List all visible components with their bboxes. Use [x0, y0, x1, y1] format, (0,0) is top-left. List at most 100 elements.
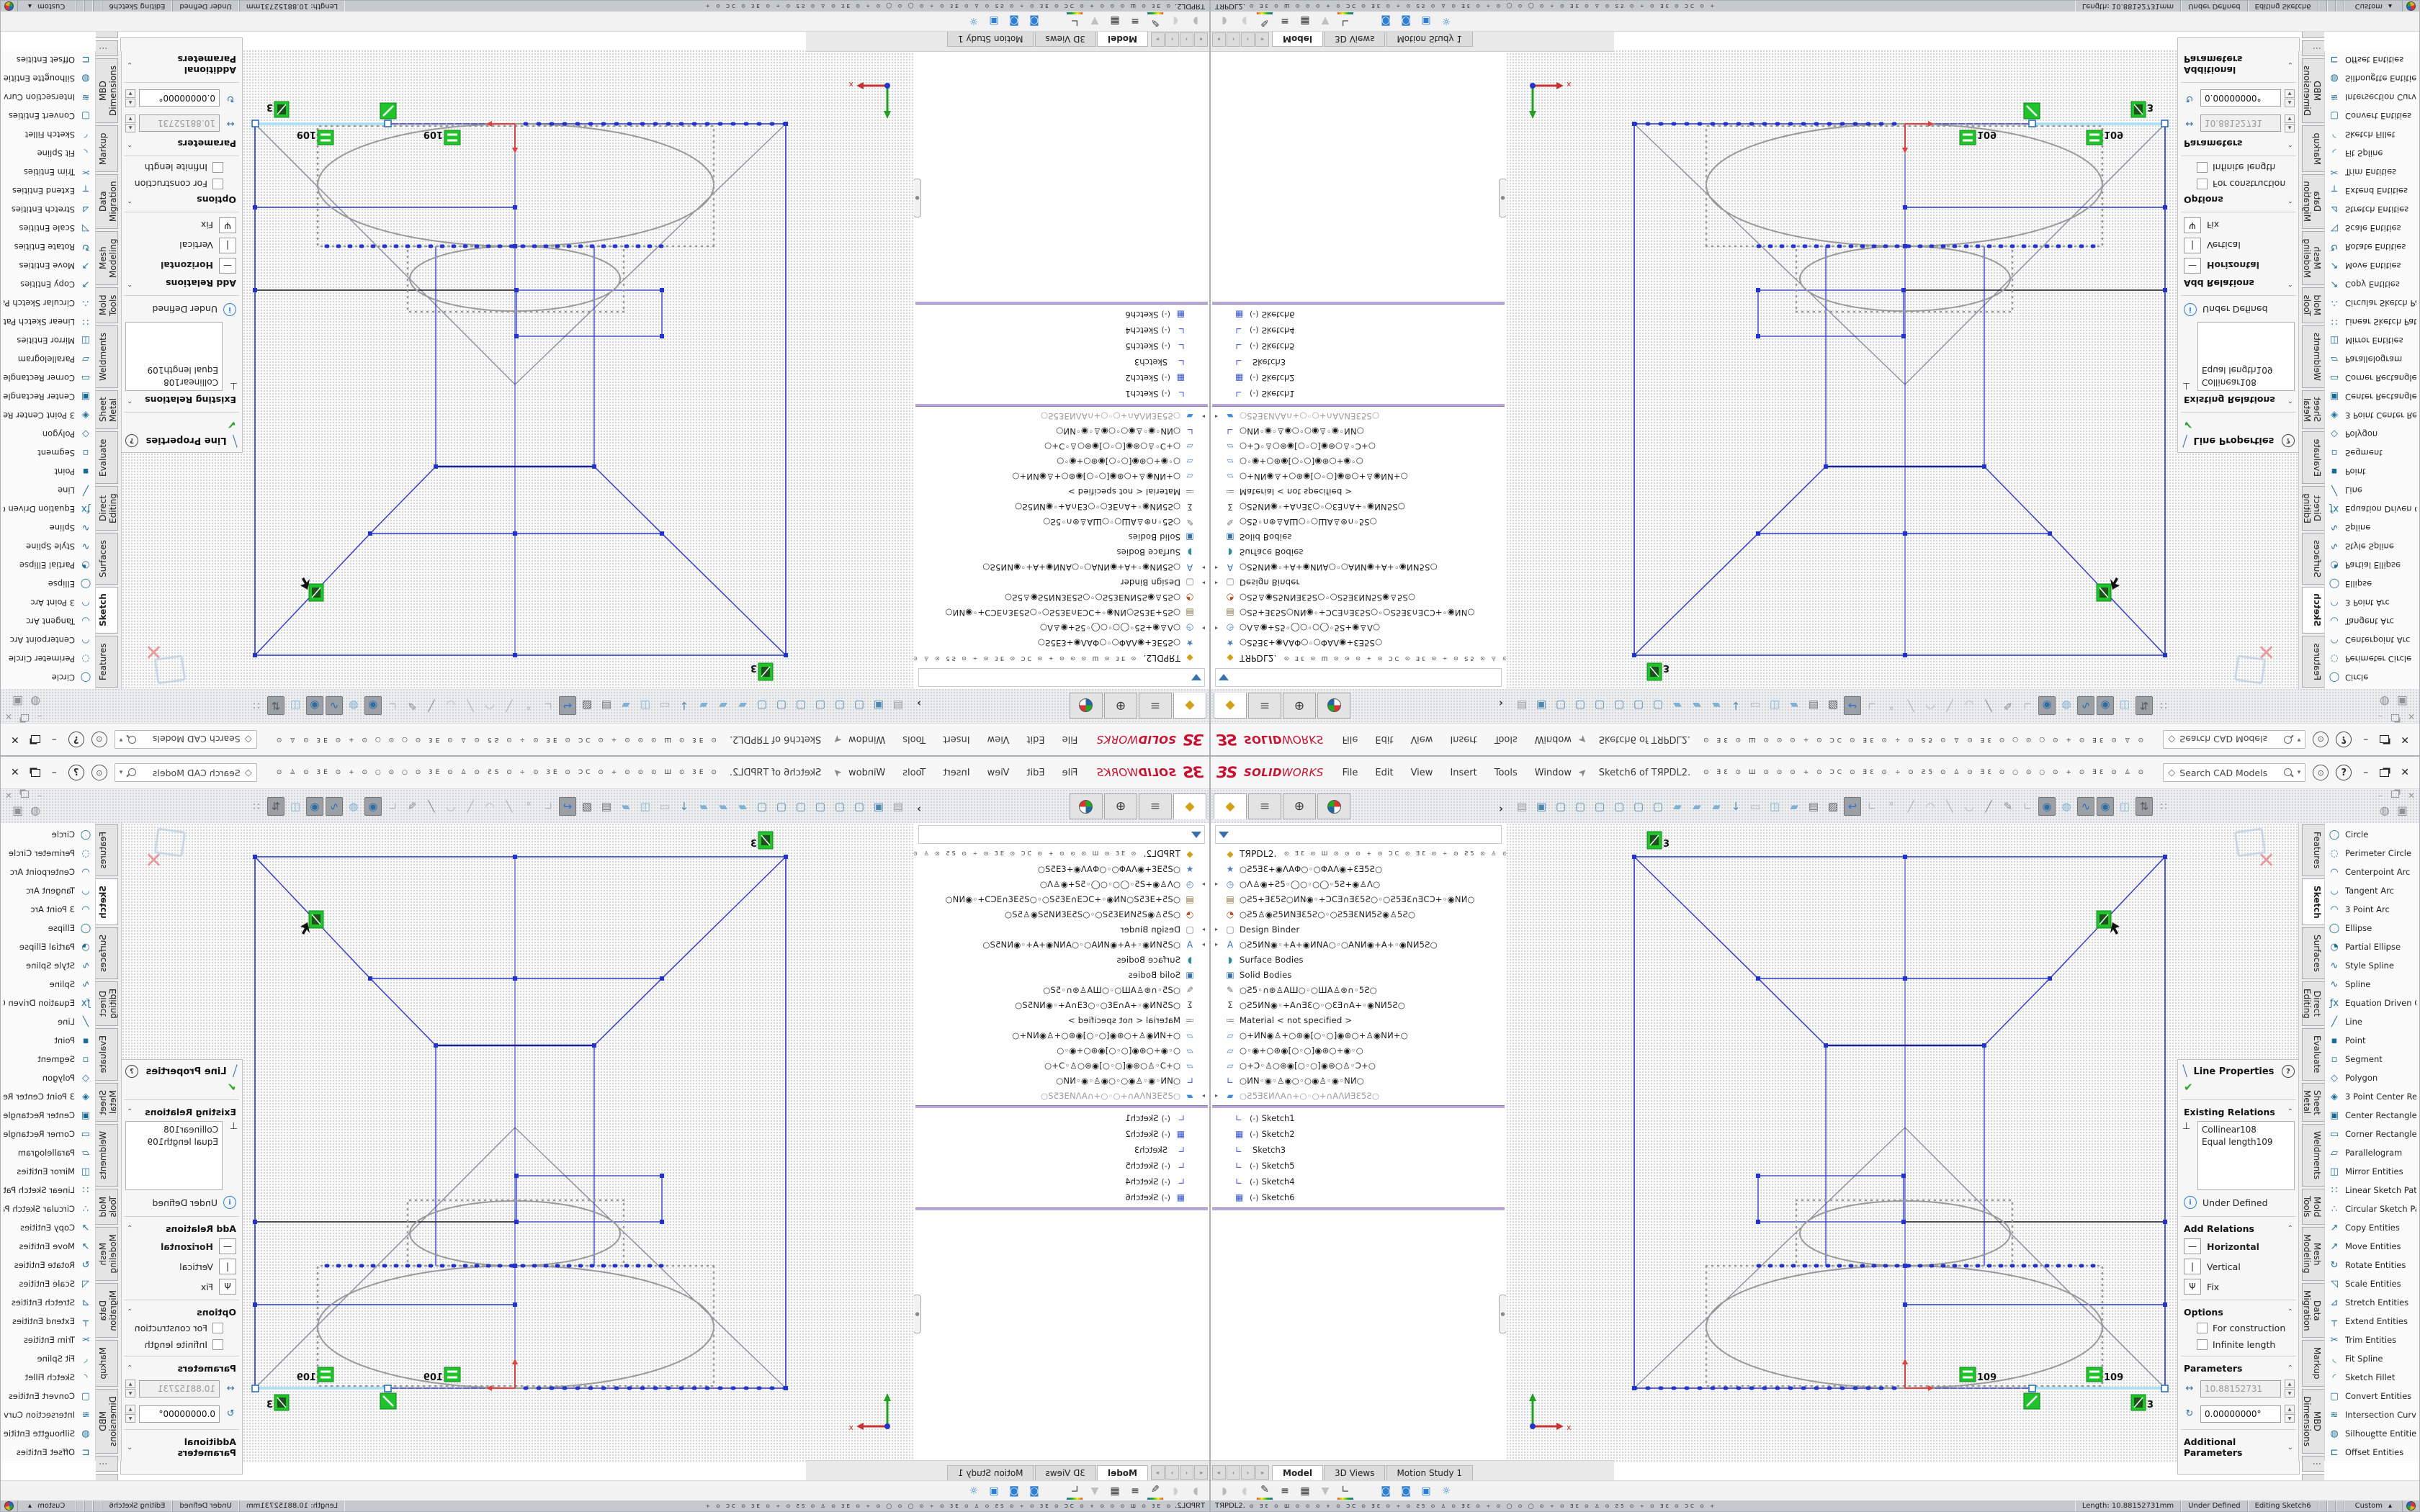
bottom-toolbar-icon[interactable]: ◖	[1237, 14, 1252, 30]
sketch-tool[interactable]: ◜ Sketch Fillet	[2325, 125, 2419, 144]
collapse-chevron[interactable]: ⌃	[127, 1108, 133, 1116]
toolbar-icon[interactable]: ▭	[1747, 797, 1764, 816]
sketch-tool[interactable]: ╱ Line	[1, 481, 95, 500]
menu-item[interactable]: Tools	[902, 768, 926, 778]
toolbar-icon[interactable]: ▤	[1513, 797, 1531, 816]
toolbar-icon[interactable]: ◍	[2058, 696, 2075, 715]
menu-item[interactable]: Window	[1535, 734, 1572, 745]
bowl-diagonals[interactable]	[1634, 467, 2165, 655]
tabs-expand-chevron[interactable]: ›	[917, 698, 921, 711]
toolbar-icon[interactable]: ▢	[1630, 696, 1647, 715]
account-icon[interactable]: ⊙	[91, 732, 107, 747]
commandmanager-tab[interactable]: Markup	[2302, 125, 2324, 171]
sketch-tool[interactable]: ▪ Point	[1, 1031, 95, 1050]
exit-sketch-x-icon[interactable]: ✕	[2257, 639, 2275, 664]
panel-splitter-handle[interactable]: ●	[913, 179, 921, 217]
commandmanager-tab[interactable]: Mold Tools	[2302, 287, 2324, 323]
tree-item[interactable]: ∟ ○ИN◦◉◦♙◉○◦○◉♙◦◉◦NИ○	[1211, 1073, 1506, 1088]
sketch-tool[interactable]: ≋ Intersection Curve	[2325, 88, 2419, 107]
sketch-tool[interactable]: ⊿ Stretch Entities	[2325, 200, 2419, 219]
rollback-bar[interactable]	[1212, 1105, 1505, 1108]
toolbar-icon[interactable]: ◠	[481, 696, 498, 715]
add-relation-button[interactable]: | Vertical	[121, 235, 242, 256]
section-options[interactable]: Options ⌃	[2178, 1303, 2299, 1320]
bottom-toolbar-icon[interactable]: ✎	[1257, 12, 1273, 30]
section-existing-relations[interactable]: Existing Relations ⌃	[121, 1103, 242, 1120]
sketch-tool[interactable]: ╱ Line	[1, 1012, 95, 1031]
add-relation-button[interactable]: — Horizontal	[121, 256, 242, 276]
sketch-tool[interactable]: ◡ Tangent Arc	[2325, 612, 2419, 631]
sketch-tool[interactable]: ▣ Center Rectangle	[1, 1106, 95, 1125]
collapse-chevron[interactable]: ⌃	[2287, 396, 2293, 404]
sketch-tool[interactable]: ∷ Linear Sketch Pattern	[1, 1181, 95, 1200]
search-box[interactable]: ◇ Search CAD Models ▾	[115, 763, 257, 782]
tree-item[interactable]: ▱ ○+ИN◉♙+○⊛◉[○◦○]◉⊛○+♙◉NИ+○	[1211, 469, 1506, 485]
menu-item[interactable]: File	[1062, 734, 1078, 745]
toolbar-icon[interactable]: ▢	[792, 797, 810, 816]
sketch-tool[interactable]: ≋ Intersection Curve	[1, 1405, 95, 1424]
tree-item[interactable]: ▸ ◷ ○Λ♙◉+Ƨ5◦◯○◦○◯◦5Ƨ+◉♙Λ○	[914, 876, 1209, 891]
sketch-tool[interactable]: ◌ Perimeter Circle	[1, 649, 95, 668]
add-relation-button[interactable]: Ψ Fix	[2178, 215, 2299, 235]
tree-item[interactable]: ◗ Surface Bodies	[914, 545, 1209, 560]
toolbar-icon[interactable]: ▢	[831, 696, 848, 715]
triangle-lines[interactable]	[255, 1128, 786, 1388]
toolbar-icon[interactable]: ◡	[442, 696, 460, 715]
toolbar-icon[interactable]: ▰	[617, 797, 635, 816]
tab-featuremanager[interactable]: ◆	[1173, 793, 1206, 819]
sketch-item[interactable]: ▦ (-) Sketch2	[1211, 370, 1506, 386]
toolbar-icon[interactable]: ▢	[1552, 696, 1569, 715]
toolbar-icon[interactable]: ↩	[1844, 797, 1861, 816]
commandmanager-tab[interactable]: Sheet Metal	[96, 390, 118, 430]
bottom-toolbar-icon[interactable]: ☼	[1438, 14, 1454, 30]
bottom-toolbar-icon[interactable]: ☼	[1438, 1483, 1454, 1499]
tree-item[interactable]: ▸ A ○Ƨ5ИN◉◦+А+◉ИNА○◦○АNИ◉+А+◦◉NИ5Ƨ○	[1211, 560, 1506, 575]
commandmanager-tab[interactable]: Evaluate	[2302, 1028, 2324, 1080]
angle-input[interactable]: 0.00000000°	[2200, 90, 2281, 107]
bottom-toolbar-icon[interactable]: ◙	[1398, 1483, 1414, 1499]
toolbar-icon[interactable]: ◫	[1766, 696, 1783, 715]
tree-item[interactable]: ▣ Solid Bodies	[914, 530, 1209, 545]
pin-icon[interactable]: ➤	[830, 732, 844, 747]
section-additional-parameters[interactable]: Additional Parameters ⌄	[2178, 1433, 2299, 1460]
menu-item[interactable]: Insert	[943, 768, 969, 778]
bottom-toolbar-icon[interactable]: ≡	[1127, 14, 1143, 30]
toolbar-icon[interactable]: ▤	[598, 797, 615, 816]
sketch-tool[interactable]: ▱ Parallelogram	[1, 1143, 95, 1162]
tree-item[interactable]: ▸ ▰ ○Ƨ5ƎƐИΛА∩+○◦○+∩АΛИƎƐ5Ƨ○	[1211, 409, 1506, 424]
sketch-tool[interactable]: ◟ Fit Spline	[1, 1349, 95, 1368]
sketch-tool[interactable]: ⊿ Stretch Entities	[1, 1293, 95, 1312]
option-checkbox[interactable]: Infinite length	[2178, 159, 2299, 176]
checkbox[interactable]	[2197, 179, 2208, 189]
tree-root[interactable]: ◆ TЯPDL2. ⊙ ƎƐ ⊙ Ш ⊙ ⊙ ⊙ + ⊙ ƆC ⊙ ƎƐ ⊙ ÷…	[914, 651, 1209, 666]
commandmanager-tab[interactable]: Direct Editing	[2302, 981, 2324, 1026]
collapse-chevron[interactable]: ⌃	[127, 396, 133, 404]
sketch-tool[interactable]: ◯ Circle	[1, 825, 95, 844]
sketch-item[interactable]: ∟ Sketch3	[914, 354, 1209, 370]
relation-item[interactable]: Equal length109	[130, 364, 218, 376]
sketch-tool[interactable]: ▪ Point	[2325, 462, 2419, 481]
tree-item[interactable]: ▸ A ○Ƨ5ИN◉◦+А+◉ИNА○◦○АNИ◉+А+◦◉NИ5Ƨ○	[1211, 937, 1506, 952]
bottom-toolbar-icon[interactable]	[1047, 14, 1062, 30]
toolbar-icon[interactable]: ◫	[637, 696, 654, 715]
tree-filter[interactable]	[918, 825, 1205, 844]
toolbar-icon[interactable]: ✎	[1999, 696, 2017, 715]
bottom-toolbar-icon[interactable]: ▣	[1418, 1483, 1434, 1499]
pin-icon[interactable]: ➤	[1576, 765, 1590, 780]
callout-collinear[interactable]	[2024, 1393, 2040, 1409]
sketch-tool[interactable]: ∿ Style Spline	[1, 956, 95, 975]
toolbar-icon[interactable]: ◉	[2038, 696, 2056, 715]
tree-item[interactable]: ▤ ○Ƨ5+ƎƐ5Ƨ○ИN◉◦+ƆCƎ∩ƎƐ5Ƨ○◦○Ƨ5ƎƐ∩ƎCƆ+◦◉NИ…	[1211, 891, 1506, 906]
commandmanager-tab[interactable]: Weldments	[2302, 1124, 2324, 1187]
toolbar-icon[interactable]: ▰	[1708, 696, 1725, 715]
tab-configurationmanager[interactable]: ⊕	[1283, 693, 1316, 719]
commandmanager-tab[interactable]: Features	[2302, 636, 2324, 688]
commandmanager-tab[interactable]: Sheet Metal	[96, 1083, 118, 1122]
commandmanager-tab[interactable]: Sketch	[96, 587, 118, 634]
section-existing-relations[interactable]: Existing Relations ⌃	[2178, 392, 2299, 409]
menu-item[interactable]: Window	[848, 768, 885, 778]
length-input[interactable]: 10.88152731	[139, 1380, 220, 1398]
tree-item[interactable]: ▱ ○+Ɔ◦♙○⊛◉[○◦○]◉⊛○♙◦Ɔ+○	[914, 1058, 1209, 1073]
toolbar-icon[interactable]: ▭	[1747, 696, 1764, 715]
sketch-item[interactable]: ∟ (-) Sketch4	[914, 323, 1209, 338]
